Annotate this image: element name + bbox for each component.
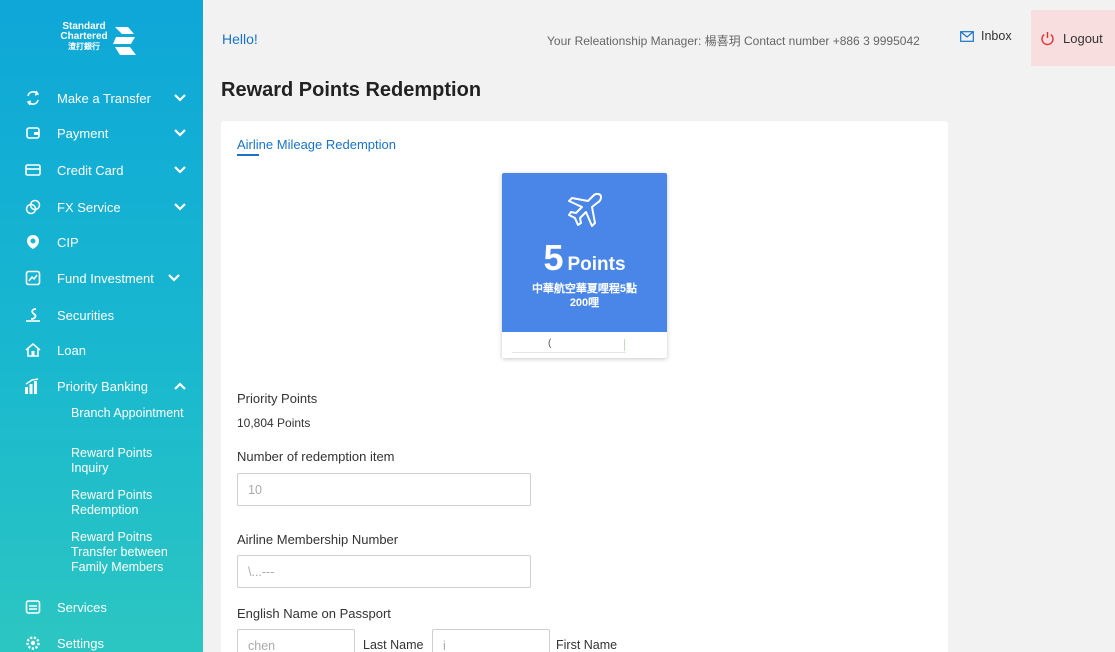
sidebar-item-fund-investment[interactable]: Fund Investment <box>0 263 203 293</box>
sidebar: Standard Chartered 渣打銀行 Make a Transfer … <box>0 0 203 652</box>
standard-chartered-logo[interactable]: Standard Chartered 渣打銀行 <box>60 22 160 62</box>
chevron-down-icon[interactable] <box>173 163 187 177</box>
chevron-down-icon[interactable] <box>173 200 187 214</box>
redemption-card: Airline Mileage Redemption 5 Points 中華航空… <box>221 121 948 652</box>
greeting: Hello! <box>222 31 258 47</box>
airplane-icon <box>568 192 602 227</box>
passport-name-label: English Name on Passport <box>237 606 391 621</box>
redemption-count-label: Number of redemption item <box>237 449 395 464</box>
last-name-label: Last Name <box>363 638 424 652</box>
sidebar-item-label: Securities <box>57 307 115 323</box>
top-bar: Hello! Your Releationship Manager: 楊喜玥 C… <box>203 0 1115 72</box>
redemption-count-input[interactable] <box>237 473 531 506</box>
page-title: Reward Points Redemption <box>221 79 482 101</box>
priority-points-value: 10,804 Points <box>237 416 311 430</box>
sub-item-reward-points-transfer[interactable]: Reward Poitns Transfer between Family Me… <box>71 530 191 575</box>
sidebar-item-payment[interactable]: Payment <box>0 118 203 148</box>
logout-label: Logout <box>1063 30 1103 46</box>
logo-mark-icon <box>113 27 136 55</box>
home-icon <box>24 342 41 359</box>
reward-desc-line-1: 中華航空華夏哩程5點 <box>531 283 638 295</box>
sidebar-item-fx-service[interactable]: FX Service <box>0 192 203 222</box>
sidebar-item-label: Credit Card <box>57 162 124 178</box>
sidebar-item-label: Fund Investment <box>57 270 154 286</box>
inbox-link[interactable]: Inbox <box>960 29 1012 43</box>
sidebar-item-credit-card[interactable]: Credit Card <box>0 155 203 185</box>
sidebar-item-label: Make a Transfer <box>57 90 151 106</box>
transfer-icon <box>24 90 41 107</box>
sub-item-reward-points-redemption[interactable]: Reward Points Redemption <box>71 488 191 518</box>
priority-points-label: Priority Points <box>237 391 318 406</box>
sidebar-item-services[interactable]: Services <box>0 592 203 622</box>
sidebar-item-label: CIP <box>57 234 79 250</box>
reward-points: 5 Points <box>502 240 667 276</box>
sub-item-reward-points-inquiry[interactable]: Reward Points Inquiry <box>71 446 191 476</box>
last-name-input[interactable] <box>237 629 355 652</box>
first-name-label: First Name <box>556 638 618 652</box>
sidebar-item-label: Settings <box>57 635 104 651</box>
chevron-down-icon[interactable] <box>167 271 181 285</box>
tab-active-indicator <box>237 154 259 156</box>
fund-icon <box>24 270 41 287</box>
credit-card-icon <box>24 162 41 179</box>
sidebar-item-label: FX Service <box>57 199 121 215</box>
chevron-down-icon[interactable] <box>173 91 187 105</box>
securities-icon <box>24 307 41 324</box>
tab-airline-mileage-redemption[interactable]: Airline Mileage Redemption <box>237 137 396 152</box>
reward-quantity-field[interactable]: ( <box>512 336 626 353</box>
reward-field-divider <box>624 339 625 351</box>
priority-banking-icon <box>24 377 41 395</box>
reward-quantity-text: ( <box>548 338 552 349</box>
sidebar-item-make-a-transfer[interactable]: Make a Transfer <box>0 83 203 113</box>
reward-description: 中華航空華夏哩程5點 200哩 <box>502 282 667 310</box>
logout-button[interactable]: Logout <box>1031 10 1115 66</box>
power-icon <box>1041 31 1054 45</box>
sidebar-item-settings[interactable]: Settings <box>0 628 203 652</box>
chevron-up-icon[interactable] <box>173 379 187 393</box>
reward-points-unit: Points <box>567 254 626 275</box>
sidebar-item-label: Services <box>57 599 107 615</box>
sidebar-item-label: Loan <box>57 342 86 358</box>
reward-item-banner: 5 Points 中華航空華夏哩程5點 200哩 <box>502 173 667 332</box>
reward-points-number: 5 <box>543 237 564 278</box>
chevron-down-icon[interactable] <box>173 126 187 140</box>
wallet-icon <box>24 125 41 142</box>
sidebar-item-label: Priority Banking <box>57 378 149 394</box>
settings-icon <box>24 635 41 652</box>
membership-number-label: Airline Membership Number <box>237 532 399 547</box>
sub-item-branch-appointment[interactable]: Branch Appointment <box>71 406 191 421</box>
envelope-icon <box>960 30 974 42</box>
first-name-input[interactable] <box>432 629 550 652</box>
inbox-label: Inbox <box>981 29 1012 43</box>
sidebar-item-priority-banking[interactable]: Priority Banking <box>0 371 203 401</box>
fx-icon <box>24 199 41 216</box>
reward-desc-line-2: 200哩 <box>569 297 600 309</box>
cip-icon <box>24 234 41 251</box>
brand-line-3: 渣打銀行 <box>68 42 100 51</box>
brand-line-2: Chartered <box>60 31 108 42</box>
membership-number-input[interactable] <box>237 555 531 588</box>
sidebar-item-cip[interactable]: CIP <box>0 227 203 257</box>
sidebar-item-loan[interactable]: Loan <box>0 335 203 365</box>
services-icon <box>24 599 41 616</box>
sidebar-item-securities[interactable]: Securities <box>0 300 203 330</box>
sidebar-item-label: Payment <box>57 125 109 141</box>
reward-item-card[interactable]: 5 Points 中華航空華夏哩程5點 200哩 ( <box>502 173 667 358</box>
logo-text: Standard Chartered 渣打銀行 <box>60 22 108 52</box>
relationship-manager-info: Your Releationship Manager: 楊喜玥 Contact … <box>547 34 920 48</box>
